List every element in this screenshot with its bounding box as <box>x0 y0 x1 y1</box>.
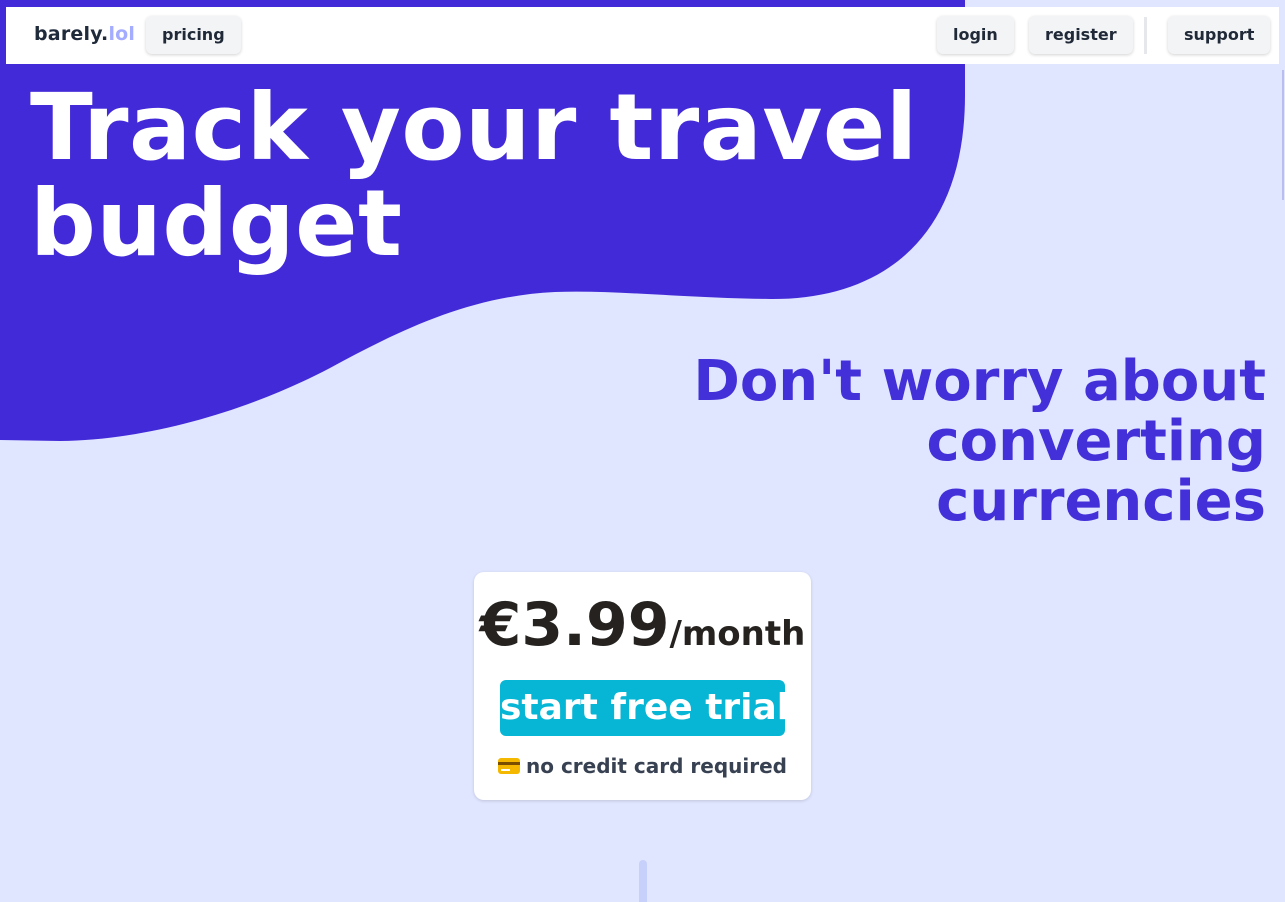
no-credit-card-text: no credit card required <box>526 754 787 778</box>
start-free-trial-button[interactable]: start free trial <box>500 680 789 736</box>
brand-logo[interactable]: barely.lol <box>34 23 135 45</box>
hero-subtitle: Don't worry about converting currencies <box>693 349 1266 534</box>
credit-card-icon <box>498 758 520 774</box>
nav-divider <box>1144 17 1147 54</box>
price-line: €3.99/month <box>474 590 811 660</box>
landing-page: barely.lol pricing login register suppor… <box>0 0 1285 902</box>
hero-title: Track your travel budget <box>30 74 918 277</box>
pricing-card: €3.99/month start free trial no credit c… <box>474 572 811 800</box>
register-button[interactable]: register <box>1029 16 1133 54</box>
top-navbar: barely.lol pricing login register suppor… <box>6 7 1279 64</box>
brand-name: barely. <box>34 23 109 45</box>
price-period: /month <box>669 614 806 654</box>
pricing-button[interactable]: pricing <box>146 16 241 54</box>
support-button[interactable]: support <box>1168 16 1271 54</box>
login-button[interactable]: login <box>937 16 1014 54</box>
page-scrollbar[interactable] <box>1282 70 1284 200</box>
no-credit-card-note: no credit card required <box>474 754 811 778</box>
scroll-down-indicator[interactable] <box>639 860 647 902</box>
brand-suffix: lol <box>108 23 136 45</box>
price-amount: €3.99 <box>479 590 670 660</box>
